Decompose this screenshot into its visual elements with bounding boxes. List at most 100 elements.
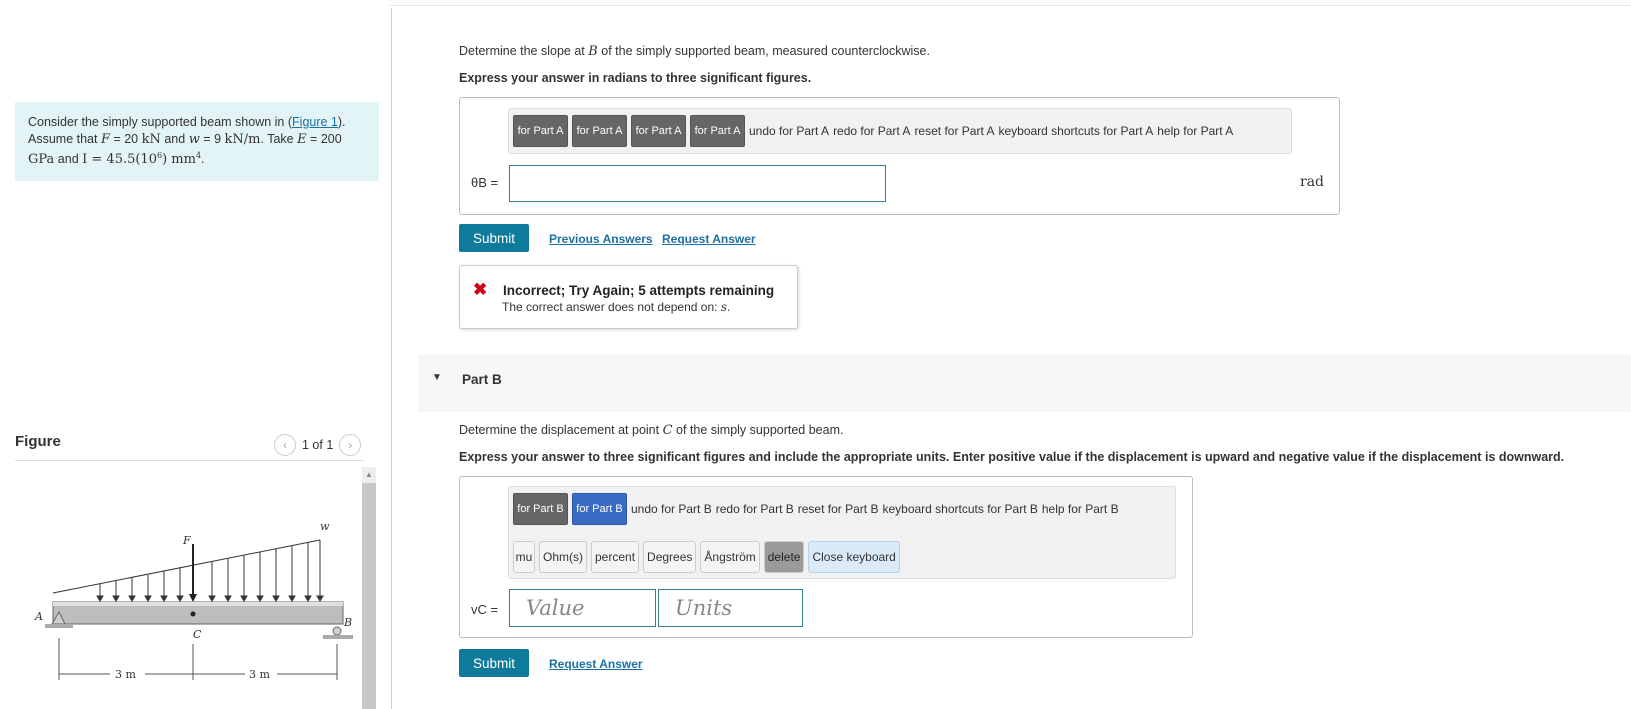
units-button[interactable]: for Part B [572, 493, 627, 525]
undo-button[interactable]: undo for Part A [749, 124, 829, 138]
roller-support-B [332, 626, 342, 636]
beam-figure: F w C A B 3 m 3 m [34, 520, 353, 681]
format-button[interactable]: for Part A [631, 115, 686, 147]
problem-text: Assume that [28, 131, 101, 146]
label-F: F [182, 534, 191, 547]
label-w: w [320, 520, 330, 533]
template-button[interactable]: for Part A [513, 115, 568, 147]
math-unit: ) mm [162, 152, 196, 168]
question-text: of the simply supported beam. [672, 423, 844, 437]
partB-header-bar[interactable] [418, 355, 1631, 412]
unit-key-degrees[interactable]: Degrees [643, 541, 697, 573]
delete-key[interactable]: delete [763, 541, 805, 573]
partA-answer-input[interactable] [509, 165, 886, 202]
math-unit: GPa [28, 152, 55, 168]
toolbar-row-break [513, 529, 1171, 537]
math-unit: kN/m [224, 131, 261, 147]
label-B: B [343, 616, 352, 629]
ground-B [323, 635, 353, 639]
problem-text: = 9 [199, 131, 225, 146]
problem-text: . [201, 152, 205, 167]
dim-label-1: 3 m [115, 668, 136, 681]
redo-button[interactable]: redo for Part B [716, 502, 794, 516]
partB-math-toolbar: for Part B for Part B undo for Part B re… [508, 486, 1176, 579]
template-button[interactable]: for Part B [513, 493, 568, 525]
keyboard-shortcuts-button[interactable]: keyboard shortcuts for Part B [882, 502, 1037, 516]
partA-instruction: Express your answer in radians to three … [459, 71, 812, 85]
close-keyboard-button[interactable]: Close keyboard [808, 541, 900, 573]
column-divider [391, 8, 392, 709]
figure-scrollbar[interactable] [362, 467, 376, 709]
math-symbol: B [588, 44, 598, 59]
feedback-detail: The correct answer does not depend on: s… [502, 300, 730, 314]
error-x-icon: ✖ [473, 280, 488, 299]
problem-statement: Consider the simply supported beam shown… [15, 102, 379, 181]
request-answer-link[interactable]: Request Answer [662, 232, 756, 246]
next-figure-button[interactable]: › [339, 434, 362, 456]
undo-button[interactable]: undo for Part B [631, 502, 712, 516]
partB-request-answer-link[interactable]: Request Answer [549, 657, 643, 671]
unit-key-percent[interactable]: percent [591, 541, 640, 573]
previous-answers-link[interactable]: Previous Answers [549, 232, 653, 246]
chevron-right-icon: › [348, 438, 353, 452]
help-button[interactable]: help for Part B [1042, 502, 1119, 516]
figure-pager: ‹ 1 of 1 › [274, 434, 362, 456]
symbol-button[interactable]: for Part A [690, 115, 745, 147]
question-text: Determine the slope at [459, 44, 589, 58]
partA-math-toolbar: for Part A for Part A for Part A for Par… [508, 108, 1292, 154]
partB-units-input[interactable]: Units [658, 589, 803, 627]
partB-title: Part B [462, 372, 502, 387]
partB-instruction: Express your answer to three significant… [459, 450, 1565, 464]
partB-answer-label: vC = [471, 602, 499, 617]
reset-button[interactable]: reset for Part A [914, 124, 994, 138]
top-rule [390, 5, 1631, 6]
problem-text: and [54, 152, 83, 167]
ground-A [45, 624, 73, 628]
math-symbol: F [100, 131, 110, 147]
problem-text: = 200 [306, 131, 342, 146]
figure-title: Figure [15, 433, 61, 450]
partA-question: Determine the slope at B of the simply s… [459, 44, 930, 59]
keyboard-shortcuts-button[interactable]: keyboard shortcuts for Part A [998, 124, 1153, 138]
figure-separator [15, 460, 363, 461]
partB-question: Determine the displacement at point C of… [459, 423, 843, 438]
chevron-left-icon: ‹ [283, 438, 287, 452]
feedback-text: The correct answer does not depend on: [502, 300, 721, 314]
reset-button[interactable]: reset for Part B [798, 502, 879, 516]
collapse-triangle-icon[interactable]: ▼ [432, 372, 442, 383]
figure-page-count: 1 of 1 [302, 438, 334, 452]
redo-button[interactable]: redo for Part A [833, 124, 910, 138]
problem-text: ). [337, 115, 346, 129]
unit-key-angstrom[interactable]: Ångström [700, 541, 760, 573]
label-C: C [193, 628, 202, 641]
math-unit: kN [141, 131, 161, 147]
help-button[interactable]: help for Part A [1157, 124, 1233, 138]
point-C-marker [190, 611, 196, 617]
feedback-text: . [726, 300, 731, 314]
partB-value-input[interactable]: Value [509, 589, 656, 627]
problem-text: . Take [260, 131, 298, 146]
vector-button[interactable]: for Part A [572, 115, 627, 147]
partA-answer-label: θB = [471, 175, 499, 190]
partB-submit-button[interactable]: Submit [459, 649, 529, 677]
load-arrows [96, 540, 324, 602]
figure-link[interactable]: Figure 1 [292, 115, 338, 129]
label-A: A [34, 610, 43, 623]
beam-highlight [53, 602, 343, 606]
question-text: of the simply supported beam, measured c… [597, 44, 930, 58]
unit-key-ohm[interactable]: Ohm(s) [539, 541, 587, 573]
dim-label-2: 3 m [249, 668, 270, 681]
scroll-up-arrow-icon[interactable]: ▲ [362, 467, 376, 483]
math-expression: I = 45.5(10 [82, 152, 157, 168]
partA-unit: rad [1300, 174, 1325, 190]
unit-key-mu[interactable]: mu [513, 541, 535, 573]
problem-text: and [160, 131, 189, 146]
feedback-title: Incorrect; Try Again; 5 attempts remaini… [503, 283, 775, 298]
force-arrowhead [189, 594, 197, 602]
question-text: Determine the displacement at point [459, 423, 663, 437]
math-symbol: E [297, 131, 307, 147]
problem-text: = 20 [109, 131, 142, 146]
load-triangle-top [52, 539, 321, 594]
prev-figure-button[interactable]: ‹ [274, 434, 296, 456]
partA-submit-button[interactable]: Submit [459, 224, 529, 252]
